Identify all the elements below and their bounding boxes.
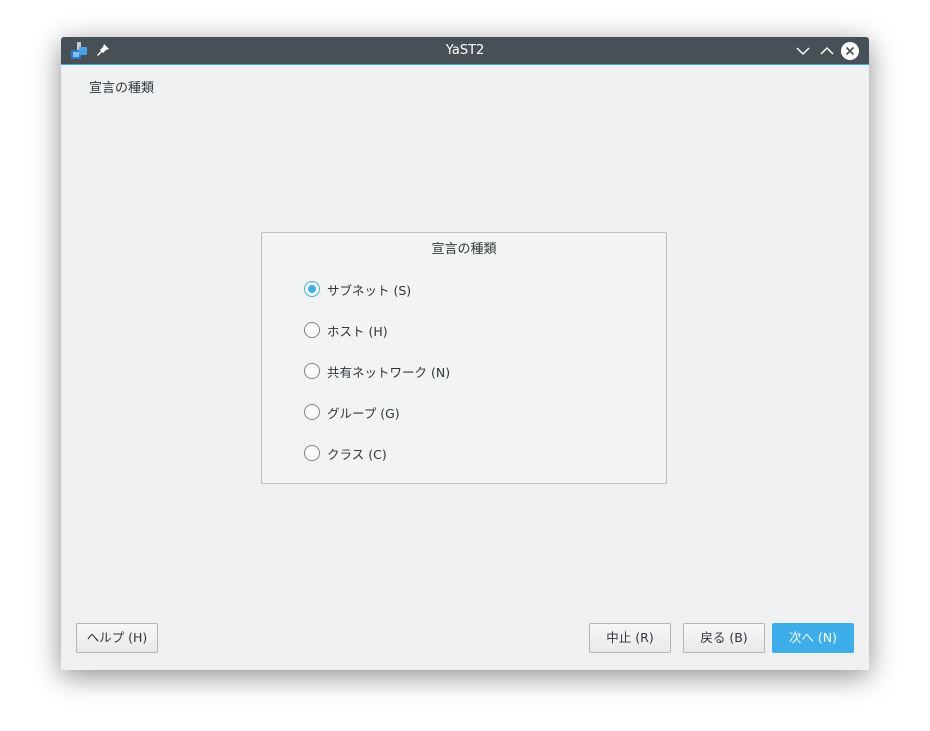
title-bar[interactable]: YaST2	[61, 37, 869, 65]
radio-label: クラス (C)	[327, 446, 387, 462]
radio-label: ホスト (H)	[327, 323, 388, 339]
radio-class[interactable]: クラス (C)	[304, 443, 387, 463]
radio-button[interactable]	[304, 404, 320, 420]
back-button[interactable]: 戻る (B)	[683, 623, 765, 653]
chevron-up-icon[interactable]	[818, 42, 836, 60]
radio-label: 共有ネットワーク (N)	[327, 364, 451, 380]
window-title: YaST2	[445, 43, 485, 58]
radio-button-checked[interactable]	[304, 281, 320, 297]
radio-group[interactable]: グループ (G)	[304, 402, 400, 422]
radio-host[interactable]: ホスト (H)	[304, 320, 388, 340]
radio-label: サブネット (S)	[327, 282, 412, 298]
group-title: 宣言の種類	[431, 242, 497, 257]
radio-button[interactable]	[304, 445, 320, 461]
yast-window: YaST2 宣言の種類 宣言の種類 サブネット (S) ホスト (H) 共有ネッ…	[61, 37, 869, 670]
next-button[interactable]: 次へ (N)	[772, 623, 854, 653]
declaration-type-group: 宣言の種類 サブネット (S) ホスト (H) 共有ネットワーク (N) グルー…	[261, 232, 667, 484]
abort-button[interactable]: 中止 (R)	[589, 623, 671, 653]
radio-button[interactable]	[304, 322, 320, 338]
close-icon[interactable]	[841, 42, 859, 60]
radio-shared-network[interactable]: 共有ネットワーク (N)	[304, 361, 450, 381]
radio-subnet[interactable]: サブネット (S)	[304, 279, 411, 299]
help-button[interactable]: ヘルプ (H)	[76, 623, 158, 653]
radio-button[interactable]	[304, 363, 320, 379]
chevron-down-icon[interactable]	[794, 42, 812, 60]
radio-label: グループ (G)	[327, 405, 400, 421]
page-title: 宣言の種類	[89, 81, 155, 96]
